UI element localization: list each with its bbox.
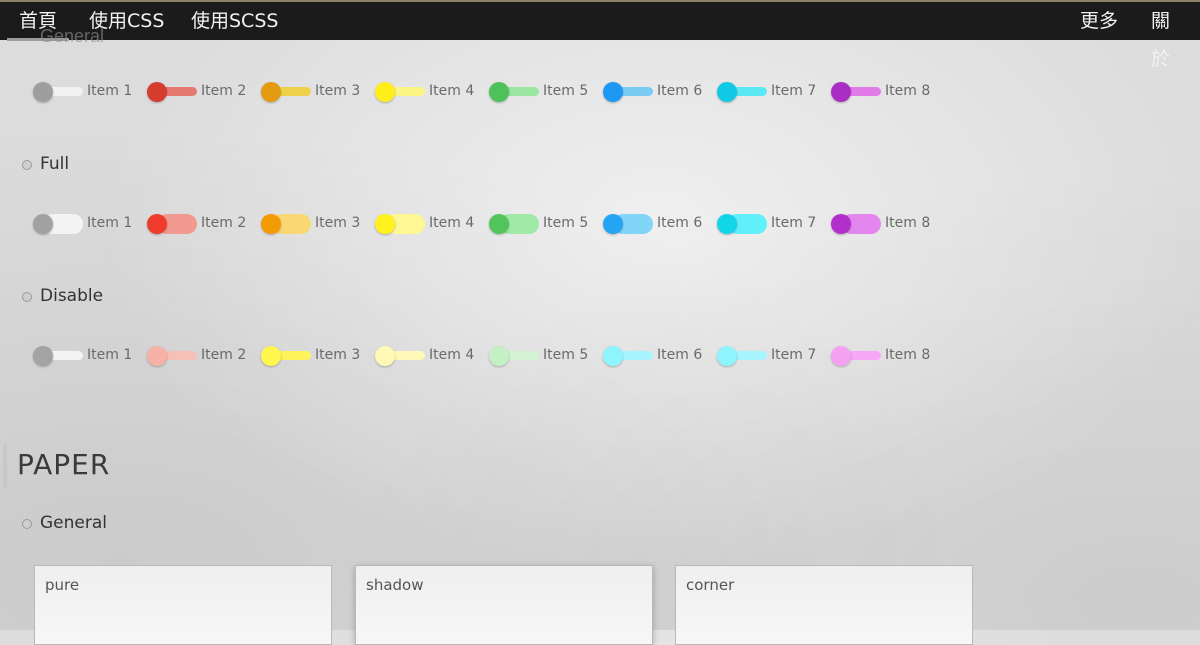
- switch-knob: [831, 346, 851, 366]
- toggle-switch-full-7[interactable]: Item 7: [717, 209, 827, 239]
- switch-knob: [147, 346, 167, 366]
- switch-knob: [261, 346, 281, 366]
- switch-label: Item 5: [543, 347, 589, 363]
- switch-label: Item 4: [429, 347, 475, 363]
- paper-card-shadow: shadow: [355, 565, 653, 645]
- switch-row-full: Item 1 Item 2 Item 3 Item 4 Item 5 Item 6 Item…: [0, 209, 1200, 239]
- switch-knob: [603, 82, 623, 102]
- switch-knob: [375, 82, 395, 102]
- switch-label: Item 3: [315, 215, 361, 231]
- toggle-switch-general-3[interactable]: Item 3: [261, 77, 371, 107]
- toggle-switch-disable-3: Item 3: [261, 341, 371, 371]
- switch-knob: [831, 214, 851, 234]
- section-accent-bar: [3, 444, 7, 488]
- toggle-switch-full-1[interactable]: Item 1: [33, 209, 143, 239]
- switch-label: Item 3: [315, 83, 361, 99]
- toggle-switch-general-6[interactable]: Item 6: [603, 77, 713, 107]
- toggle-switch-full-5[interactable]: Item 5: [489, 209, 599, 239]
- toggle-switch-full-2[interactable]: Item 2: [147, 209, 257, 239]
- switch-label: Item 8: [885, 215, 931, 231]
- switch-label: Item 7: [771, 83, 817, 99]
- section-title-paper: PAPER: [17, 448, 111, 481]
- switch-label: Item 8: [885, 347, 931, 363]
- switch-label: Item 5: [543, 215, 589, 231]
- switch-knob: [147, 82, 167, 102]
- bullet-icon: [22, 292, 32, 302]
- switch-label: Item 3: [315, 347, 361, 363]
- switch-label: Item 7: [771, 215, 817, 231]
- toggle-switch-disable-8: Item 8: [831, 341, 941, 371]
- switch-knob: [603, 214, 623, 234]
- switch-label: Item 6: [657, 215, 703, 231]
- paper-card-label: pure: [45, 576, 80, 594]
- paper-card-corner: corner: [675, 565, 973, 645]
- switch-knob: [147, 214, 167, 234]
- paper-card-pure: pure: [34, 565, 332, 645]
- toggle-switch-general-5[interactable]: Item 5: [489, 77, 599, 107]
- switch-label: Item 2: [201, 347, 247, 363]
- paper-card-label: shadow: [366, 576, 424, 594]
- switch-label: Item 5: [543, 83, 589, 99]
- switch-label: Item 6: [657, 347, 703, 363]
- switch-label: Item 4: [429, 83, 475, 99]
- switch-knob: [261, 82, 281, 102]
- switch-label: Item 1: [87, 83, 133, 99]
- switch-label: Item 1: [87, 215, 133, 231]
- switch-knob: [831, 82, 851, 102]
- toggle-switch-general-2[interactable]: Item 2: [147, 77, 257, 107]
- nav-about[interactable]: 關於: [1135, 2, 1200, 70]
- switch-knob: [33, 346, 53, 366]
- switch-knob: [717, 82, 737, 102]
- switch-label: Item 6: [657, 83, 703, 99]
- switch-knob: [489, 214, 509, 234]
- switch-row-disable: Item 1 Item 2 Item 3 Item 4 Item 5 Item 6 Item…: [0, 341, 1200, 371]
- switch-label: Item 2: [201, 83, 247, 99]
- switch-knob: [717, 214, 737, 234]
- nav-use-scss[interactable]: 使用SCSS: [175, 2, 294, 40]
- top-nav: 首頁 使用CSS 使用SCSS 更多 關於: [0, 0, 1200, 70]
- toggle-switch-general-7[interactable]: Item 7: [717, 77, 827, 107]
- toggle-switch-disable-1: Item 1: [33, 341, 143, 371]
- switch-knob: [603, 346, 623, 366]
- switch-knob: [261, 214, 281, 234]
- toggle-switch-disable-4: Item 4: [375, 341, 485, 371]
- toggle-switch-general-8[interactable]: Item 8: [831, 77, 941, 107]
- toggle-switch-disable-5: Item 5: [489, 341, 599, 371]
- toggle-switch-disable-6: Item 6: [603, 341, 713, 371]
- switch-knob: [33, 214, 53, 234]
- subheading-disable-label: Disable: [40, 286, 104, 306]
- toggle-switch-full-4[interactable]: Item 4: [375, 209, 485, 239]
- switch-knob: [717, 346, 737, 366]
- toggle-switch-disable-7: Item 7: [717, 341, 827, 371]
- subheading-full-label: Full: [40, 154, 70, 174]
- bullet-icon: [22, 160, 32, 170]
- toggle-switch-full-6[interactable]: Item 6: [603, 209, 713, 239]
- toggle-switch-full-8[interactable]: Item 8: [831, 209, 941, 239]
- switch-label: Item 8: [885, 83, 931, 99]
- switch-row-general: Item 1 Item 2 Item 3 Item 4 Item 5 Item 6 Item…: [0, 77, 1200, 107]
- bullet-icon: [22, 519, 32, 529]
- paper-card-label: corner: [686, 576, 735, 594]
- toggle-switch-general-4[interactable]: Item 4: [375, 77, 485, 107]
- section-heading-general-partial: General: [40, 26, 105, 46]
- switch-knob: [375, 214, 395, 234]
- switch-label: Item 1: [87, 347, 133, 363]
- nav-more[interactable]: 更多: [1064, 2, 1134, 40]
- toggle-switch-disable-2: Item 2: [147, 341, 257, 371]
- toggle-switch-full-3[interactable]: Item 3: [261, 209, 371, 239]
- switch-knob: [489, 346, 509, 366]
- switch-knob: [375, 346, 395, 366]
- toggle-switch-general-1[interactable]: Item 1: [33, 77, 143, 107]
- switch-label: Item 2: [201, 215, 247, 231]
- subheading-paper-general-label: General: [40, 513, 107, 533]
- switch-knob: [33, 82, 53, 102]
- switch-label: Item 7: [771, 347, 817, 363]
- switch-label: Item 4: [429, 215, 475, 231]
- switch-knob: [489, 82, 509, 102]
